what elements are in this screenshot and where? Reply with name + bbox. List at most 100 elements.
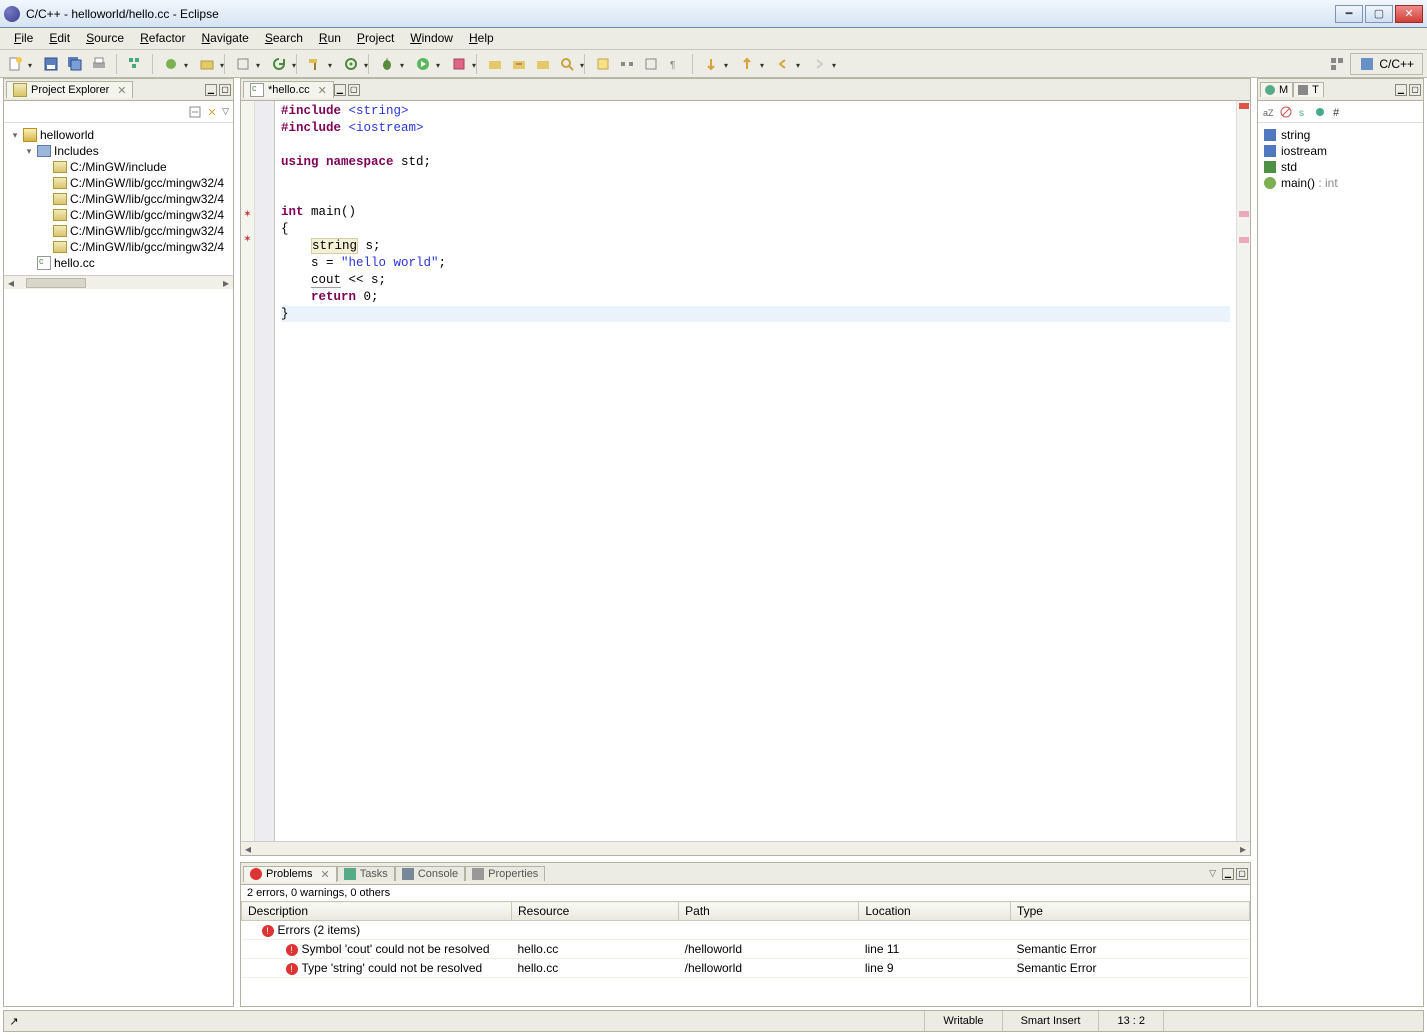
toggle-block-button[interactable] (640, 53, 662, 75)
debug-button[interactable] (376, 53, 398, 75)
minimize-button[interactable]: ━ (1335, 5, 1363, 23)
hammer-build-button[interactable] (304, 53, 326, 75)
perspective-cpp-button[interactable]: C/C++ (1350, 53, 1423, 75)
tasks-tab[interactable]: Tasks (337, 866, 395, 881)
outline-tree[interactable]: stringiostreamstdmain() : int (1258, 123, 1423, 195)
new-folder-button[interactable] (196, 53, 218, 75)
forward-button[interactable] (808, 53, 830, 75)
menu-source[interactable]: Source (78, 28, 132, 49)
open-file-button[interactable] (508, 53, 530, 75)
problems-table[interactable]: DescriptionResourcePathLocationType !Err… (241, 901, 1250, 1006)
outline-item[interactable]: string (1260, 127, 1421, 143)
make-tab[interactable]: M (1260, 82, 1293, 97)
includes-node[interactable]: ▾ Includes (6, 143, 231, 159)
include-path-node[interactable]: C:/MinGW/lib/gcc/mingw32/4 (6, 175, 231, 191)
save-button[interactable] (40, 53, 62, 75)
menu-project[interactable]: Project (349, 28, 402, 49)
include-path-node[interactable]: C:/MinGW/lib/gcc/mingw32/4 (6, 239, 231, 255)
toggle-whitespace-button[interactable]: ¶ (664, 53, 686, 75)
new-button[interactable] (4, 53, 26, 75)
column-header[interactable]: Description (242, 902, 512, 921)
view-menu-icon[interactable]: ▽ (1209, 868, 1216, 880)
include-path-node[interactable]: C:/MinGW/lib/gcc/mingw32/4 (6, 223, 231, 239)
link-editor-icon[interactable] (205, 105, 219, 119)
prev-annotation-button[interactable] (736, 53, 758, 75)
project-tree[interactable]: ▾ helloworld ▾ Includes C:/MinGW/include… (4, 123, 233, 275)
editor-horizontal-scrollbar[interactable]: ◂▸ (241, 841, 1250, 855)
toggle-mark-button[interactable] (592, 53, 614, 75)
include-path-node[interactable]: C:/MinGW/include (6, 159, 231, 175)
menu-edit[interactable]: Edit (41, 28, 78, 49)
close-icon[interactable]: ✕ (318, 84, 327, 97)
menu-navigate[interactable]: Navigate (193, 28, 256, 49)
error-group-row[interactable]: !Errors (2 items) (242, 921, 1250, 940)
console-tab[interactable]: Console (395, 866, 465, 881)
close-icon[interactable]: ✕ (117, 84, 126, 97)
maximize-view-button[interactable]: ▢ (348, 84, 360, 96)
column-header[interactable]: Resource (512, 902, 679, 921)
minimize-view-button[interactable]: ▁ (1395, 84, 1407, 96)
external-tools-button[interactable] (448, 53, 470, 75)
open-type-button[interactable] (232, 53, 254, 75)
outline-item[interactable]: std (1260, 159, 1421, 175)
project-explorer-scrollbar[interactable]: ◂ ▸ (4, 275, 233, 289)
properties-tab[interactable]: Properties (465, 866, 545, 881)
overview-occurrence-mark[interactable] (1239, 237, 1249, 243)
open-perspective-button[interactable] (1326, 53, 1348, 75)
hide-fields-icon[interactable] (1279, 105, 1293, 119)
column-header[interactable]: Path (679, 902, 859, 921)
outline-tab[interactable]: T (1293, 82, 1324, 97)
problem-row[interactable]: !Symbol 'cout' could not be resolvedhell… (242, 940, 1250, 959)
filter-icon[interactable]: # (1330, 105, 1344, 119)
include-path-node[interactable]: C:/MinGW/lib/gcc/mingw32/4 (6, 207, 231, 223)
column-header[interactable]: Type (1010, 902, 1249, 921)
minimize-view-button[interactable]: ▁ (334, 84, 346, 96)
menu-help[interactable]: Help (461, 28, 502, 49)
menu-search[interactable]: Search (257, 28, 311, 49)
hide-static-icon[interactable]: s (1296, 105, 1310, 119)
menu-file[interactable]: File (6, 28, 41, 49)
problem-row[interactable]: !Type 'string' could not be resolvedhell… (242, 959, 1250, 978)
close-button[interactable]: ✕ (1395, 5, 1423, 23)
editor-tab[interactable]: *hello.cc ✕ (243, 81, 334, 98)
project-node[interactable]: ▾ helloworld (6, 127, 231, 143)
open-resource-button[interactable] (532, 53, 554, 75)
close-icon[interactable]: ✕ (320, 868, 329, 881)
search-button[interactable] (556, 53, 578, 75)
menu-run[interactable]: Run (311, 28, 349, 49)
open-project-button[interactable] (484, 53, 506, 75)
file-node[interactable]: hello.cc (6, 255, 231, 271)
code-editor[interactable]: ✶ ✶ #include <string> #include <iostream… (241, 101, 1250, 841)
menu-window[interactable]: Window (402, 28, 461, 49)
overview-error-mark[interactable] (1239, 103, 1249, 109)
collapse-all-icon[interactable] (188, 105, 202, 119)
maximize-view-button[interactable]: ▢ (219, 84, 231, 96)
save-all-button[interactable] (64, 53, 86, 75)
view-menu-icon[interactable]: ▽ (222, 106, 229, 117)
toggle-breadcrumb-button[interactable] (616, 53, 638, 75)
hide-nonpublic-icon[interactable] (1313, 105, 1327, 119)
run-button[interactable] (412, 53, 434, 75)
target-button[interactable] (340, 53, 362, 75)
include-path-node[interactable]: C:/MinGW/lib/gcc/mingw32/4 (6, 191, 231, 207)
sort-icon[interactable]: aZ (1262, 105, 1276, 119)
minimize-view-button[interactable]: ▁ (1222, 868, 1234, 880)
problems-tab[interactable]: Problems ✕ (243, 866, 337, 882)
overview-occurrence-mark[interactable] (1239, 211, 1249, 217)
minimize-view-button[interactable]: ▁ (205, 84, 217, 96)
refresh-button[interactable] (268, 53, 290, 75)
maximize-view-button[interactable]: ▢ (1409, 84, 1421, 96)
new-class-button[interactable] (160, 53, 182, 75)
overview-ruler[interactable] (1236, 101, 1250, 841)
next-annotation-button[interactable] (700, 53, 722, 75)
folding-ruler[interactable] (255, 101, 275, 841)
column-header[interactable]: Location (859, 902, 1011, 921)
maximize-view-button[interactable]: ▢ (1236, 868, 1248, 880)
project-explorer-tab[interactable]: Project Explorer ✕ (6, 81, 133, 98)
print-button[interactable] (88, 53, 110, 75)
outline-item[interactable]: iostream (1260, 143, 1421, 159)
outline-item[interactable]: main() : int (1260, 175, 1421, 191)
maximize-button[interactable]: ▢ (1365, 5, 1393, 23)
back-button[interactable] (772, 53, 794, 75)
build-button[interactable] (124, 53, 146, 75)
